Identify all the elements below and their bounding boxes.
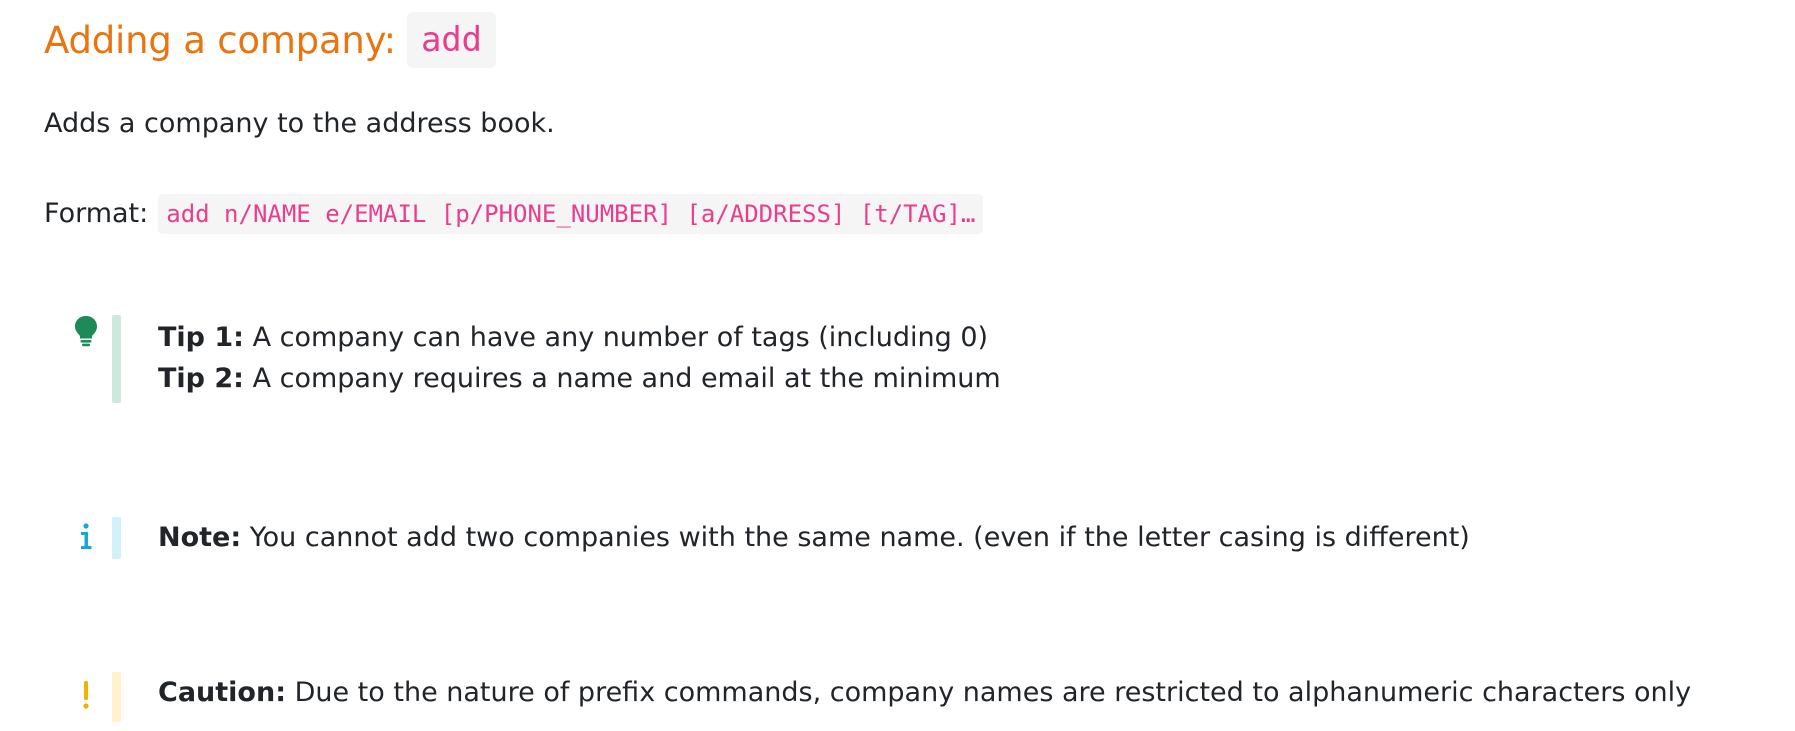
section-heading: Adding a company: add: [44, 12, 496, 68]
tip-callout-bar: [112, 315, 121, 403]
exclamation-icon: [81, 680, 91, 714]
tip-2-text: A company requires a name and email at t…: [243, 363, 1001, 394]
tip-1-text: A company can have any number of tags (i…: [243, 322, 989, 353]
caution-text: Due to the nature of prefix commands, co…: [286, 677, 1692, 708]
command-code: add: [406, 12, 496, 68]
note-callout-bar: [112, 517, 121, 559]
tip-line-1: Tip 1: A company can have any number of …: [158, 317, 1001, 358]
format-line: Format: add n/NAME e/EMAIL [p/PHONE_NUMB…: [44, 194, 984, 234]
note-line: Note: You cannot add two companies with …: [158, 517, 1470, 558]
heading-title: Adding a company:: [44, 18, 396, 62]
info-icon: [78, 521, 94, 555]
tip-2-label: Tip 2:: [158, 363, 244, 394]
tip-callout: Tip 1: A company can have any number of …: [60, 315, 1001, 403]
tip-callout-content: Tip 1: A company can have any number of …: [121, 315, 1001, 403]
command-description: Adds a company to the address book.: [44, 108, 555, 139]
tip-line-2: Tip 2: A company requires a name and ema…: [158, 358, 1001, 399]
caution-callout-bar: [112, 672, 121, 722]
caution-callout-content: Caution: Due to the nature of prefix com…: [121, 672, 1691, 722]
format-syntax: add n/NAME e/EMAIL [p/PHONE_NUMBER] [a/A…: [158, 194, 984, 234]
note-text: You cannot add two companies with the sa…: [241, 522, 1470, 553]
note-callout-content: Note: You cannot add two companies with …: [121, 517, 1470, 559]
note-label: Note:: [158, 522, 242, 553]
note-callout: Note: You cannot add two companies with …: [60, 517, 1470, 559]
caution-line: Caution: Due to the nature of prefix com…: [158, 672, 1691, 713]
lightbulb-icon: [73, 315, 99, 351]
caution-label: Caution:: [158, 677, 286, 708]
format-label: Format:: [44, 198, 149, 229]
tip-1-label: Tip 1:: [158, 322, 244, 353]
caution-callout: Caution: Due to the nature of prefix com…: [60, 672, 1691, 722]
